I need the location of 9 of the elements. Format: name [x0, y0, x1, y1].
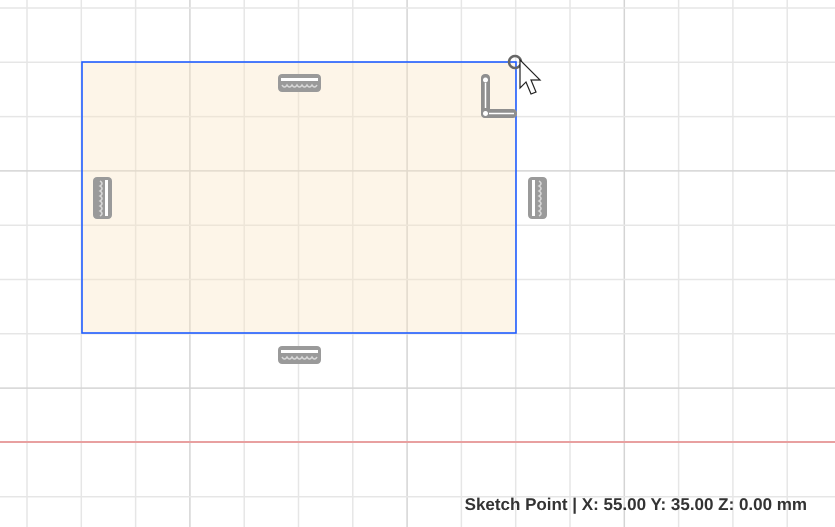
- vertical-constraint-icon[interactable]: [528, 177, 547, 219]
- vertical-constraint-icon[interactable]: [93, 177, 112, 219]
- cursor-icon: [519, 58, 542, 95]
- status-text: Sketch Point | X: 55.00 Y: 35.00 Z: 0.00 mm: [464, 495, 807, 515]
- horizontal-constraint-icon[interactable]: [278, 74, 321, 92]
- horizontal-constraint-icon[interactable]: [278, 346, 321, 364]
- perpendicular-constraint-icon[interactable]: [481, 74, 517, 118]
- sketch-point-handle[interactable]: [508, 54, 522, 70]
- sketch-canvas[interactable]: Sketch Point | X: 55.00 Y: 35.00 Z: 0.00 mm: [0, 0, 835, 527]
